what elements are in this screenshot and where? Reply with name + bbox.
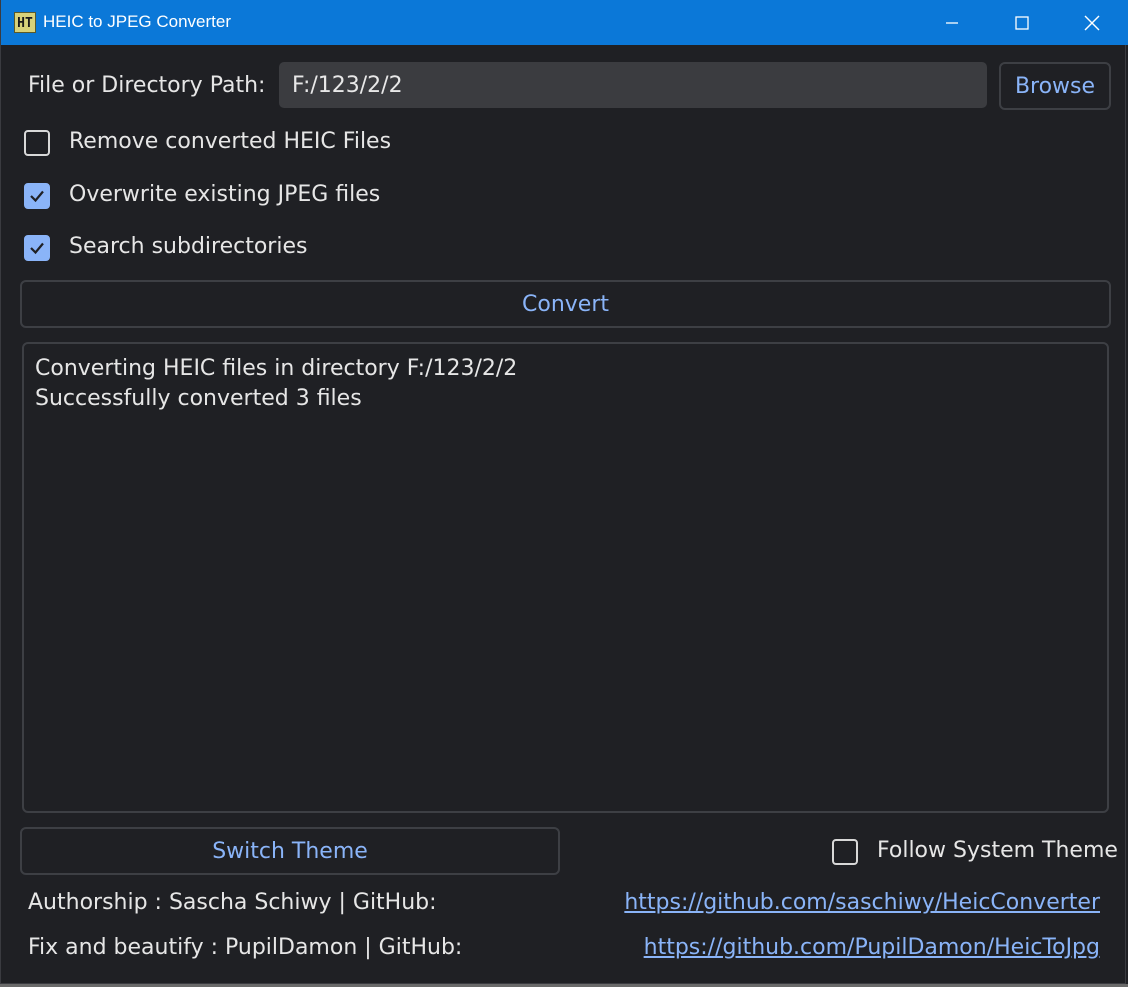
remove-heic-label: Remove converted HEIC Files bbox=[69, 129, 392, 154]
maximize-button[interactable] bbox=[987, 0, 1057, 45]
convert-button[interactable]: Convert bbox=[20, 280, 1111, 328]
follow-system-theme-checkbox[interactable] bbox=[832, 839, 858, 865]
fix-beautify-github-link[interactable]: https://github.com/PupilDamon/HeicToJpg bbox=[644, 935, 1100, 960]
maximize-icon bbox=[1015, 15, 1029, 30]
fix-beautify-text: Fix and beautify : PupilDamon | GitHub: bbox=[28, 935, 463, 960]
app-icon: HT bbox=[14, 12, 36, 33]
window-title: HEIC to JPEG Converter bbox=[43, 12, 232, 31]
log-line: Converting HEIC files in directory F:/12… bbox=[35, 356, 518, 381]
search-subdirs-checkbox[interactable] bbox=[24, 235, 50, 261]
path-label: File or Directory Path: bbox=[28, 73, 266, 98]
checkmark-icon bbox=[30, 242, 44, 255]
log-line: Successfully converted 3 files bbox=[35, 386, 362, 411]
minimize-button[interactable] bbox=[917, 0, 987, 45]
minimize-icon bbox=[946, 21, 958, 24]
title-bar[interactable]: HT HEIC to JPEG Converter bbox=[1, 0, 1128, 45]
log-output[interactable]: Converting HEIC files in directory F:/12… bbox=[22, 342, 1109, 813]
overwrite-jpeg-checkbox[interactable] bbox=[24, 183, 50, 209]
app-window: HT HEIC to JPEG Converter File or Direct… bbox=[0, 0, 1128, 984]
switch-theme-button[interactable]: Switch Theme bbox=[20, 827, 560, 875]
overwrite-jpeg-label: Overwrite existing JPEG files bbox=[69, 182, 381, 207]
close-icon bbox=[1084, 15, 1100, 30]
close-button[interactable] bbox=[1057, 0, 1127, 45]
checkmark-icon bbox=[30, 190, 44, 203]
path-input[interactable] bbox=[279, 62, 987, 108]
authorship-github-link[interactable]: https://github.com/saschiwy/HeicConverte… bbox=[624, 890, 1100, 915]
search-subdirs-label: Search subdirectories bbox=[69, 234, 308, 259]
follow-system-theme-label: Follow System Theme bbox=[877, 838, 1118, 863]
browse-button[interactable]: Browse bbox=[999, 62, 1111, 110]
authorship-text: Authorship : Sascha Schiwy | GitHub: bbox=[28, 890, 437, 915]
remove-heic-checkbox[interactable] bbox=[24, 130, 50, 156]
